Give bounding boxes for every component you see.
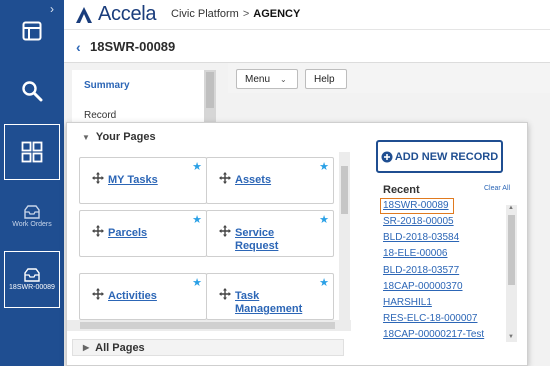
recent-scrollbar-thumb[interactable]	[508, 215, 515, 285]
top-header: Accela Civic Platform > AGENCY	[64, 0, 550, 30]
recent-item[interactable]: BLD-2018-03577	[383, 263, 484, 279]
move-icon[interactable]	[219, 225, 231, 237]
recent-item[interactable]: HARSHIL1	[383, 295, 484, 311]
brand-logo[interactable]: Accela	[74, 3, 157, 26]
accela-logo-icon	[76, 6, 92, 23]
recent-item-selected[interactable]: 18SWR-00089	[380, 198, 454, 214]
scroll-down-arrow-icon[interactable]: ▼	[508, 334, 514, 340]
add-new-record-button[interactable]: ADD NEW RECORD	[376, 140, 503, 173]
active-record-button[interactable]: 18SWR-00089	[4, 251, 60, 308]
star-icon[interactable]: ★	[192, 276, 202, 289]
star-icon[interactable]: ★	[192, 160, 202, 173]
back-chevron-icon[interactable]: ‹	[76, 39, 81, 55]
brand-name: Accela	[98, 3, 157, 25]
nav-scrollbar-thumb[interactable]	[206, 72, 214, 108]
recent-list: 18SWR-00089 SR-2018-00005 BLD-2018-03584…	[380, 198, 484, 344]
expand-triangle-icon: ▶	[83, 343, 90, 352]
nav-item-summary[interactable]: Summary	[84, 80, 130, 91]
recent-item[interactable]: BLD-2018-03584	[383, 230, 484, 246]
all-pages-header[interactable]: ▶ All Pages	[72, 339, 344, 356]
page-card-parcels[interactable]: Parcels ★	[79, 210, 207, 257]
move-icon[interactable]	[219, 172, 231, 184]
recent-heading: Recent	[383, 184, 420, 196]
recent-item[interactable]: 18CAP-00000370	[383, 279, 484, 295]
active-record-label: 18SWR-00089	[9, 283, 55, 291]
page-card-my-tasks[interactable]: MY Tasks ★	[79, 157, 207, 204]
record-left-nav	[72, 70, 204, 130]
pages-horizontal-scrollbar-thumb[interactable]	[80, 322, 335, 329]
help-button[interactable]: Help	[305, 69, 347, 89]
work-orders-button[interactable]: Work Orders	[4, 196, 60, 238]
chevron-down-icon: ⌄	[280, 74, 287, 84]
recent-item[interactable]: 18CAP-00000217-Test	[383, 327, 484, 343]
page-card-service-request[interactable]: Service Request ★	[206, 210, 334, 257]
dashboard-button[interactable]	[4, 14, 60, 48]
add-new-record-label: ADD NEW RECORD	[394, 150, 499, 163]
search-button[interactable]	[4, 74, 60, 108]
your-pages-title: Your Pages	[95, 131, 156, 143]
clear-all-link[interactable]: Clear All	[484, 185, 510, 192]
search-icon	[22, 81, 43, 102]
menu-button[interactable]: Menu ⌄	[236, 69, 298, 89]
page-link[interactable]: Assets	[235, 174, 271, 187]
your-pages-header[interactable]: ▼ Your Pages	[82, 131, 156, 143]
inbox-icon	[24, 267, 40, 282]
grid-icon	[21, 141, 43, 163]
work-orders-label: Work Orders	[12, 221, 52, 228]
page-link[interactable]: Service Request	[235, 227, 295, 253]
move-icon[interactable]	[219, 288, 231, 300]
star-icon[interactable]: ★	[319, 160, 329, 173]
scroll-up-arrow-icon[interactable]: ▲	[508, 205, 514, 211]
all-pages-title: All Pages	[95, 341, 145, 354]
page-link[interactable]: Task Management	[235, 290, 305, 316]
nav-item-record[interactable]: Record	[84, 110, 116, 121]
recent-item[interactable]: SR-2018-00005	[383, 214, 484, 230]
launchpad-button[interactable]	[4, 124, 60, 180]
help-label: Help	[314, 73, 335, 85]
dashboard-icon	[22, 21, 42, 41]
collapse-triangle-icon: ▼	[82, 132, 90, 142]
page-link[interactable]: Activities	[108, 290, 157, 303]
star-icon[interactable]: ★	[319, 213, 329, 226]
page-card-task-management[interactable]: Task Management ★	[206, 273, 334, 320]
breadcrumb-separator: >	[242, 8, 250, 20]
breadcrumb: Civic Platform > AGENCY	[171, 8, 300, 20]
page-card-activities[interactable]: Activities ★	[79, 273, 207, 320]
menu-label: Menu	[245, 73, 271, 85]
page-card-assets[interactable]: Assets ★	[206, 157, 334, 204]
page-link[interactable]: Parcels	[108, 227, 147, 240]
breadcrumb-root[interactable]: Civic Platform	[171, 8, 239, 20]
left-rail	[0, 0, 64, 366]
record-title: 18SWR-00089	[90, 39, 176, 54]
recent-item[interactable]: RES-ELC-18-000007	[383, 311, 484, 327]
move-icon[interactable]	[92, 288, 104, 300]
page-link[interactable]: MY Tasks	[108, 174, 158, 187]
breadcrumb-current: AGENCY	[253, 8, 301, 20]
star-icon[interactable]: ★	[319, 276, 329, 289]
recent-item[interactable]: 18-ELE-00006	[383, 246, 484, 262]
move-icon[interactable]	[92, 225, 104, 237]
inbox-icon	[24, 205, 40, 219]
star-icon[interactable]: ★	[192, 213, 202, 226]
record-header: ‹ 18SWR-00089	[64, 30, 550, 63]
move-icon[interactable]	[92, 172, 104, 184]
pages-scrollbar-thumb[interactable]	[341, 166, 348, 214]
plus-circle-icon	[381, 151, 393, 162]
